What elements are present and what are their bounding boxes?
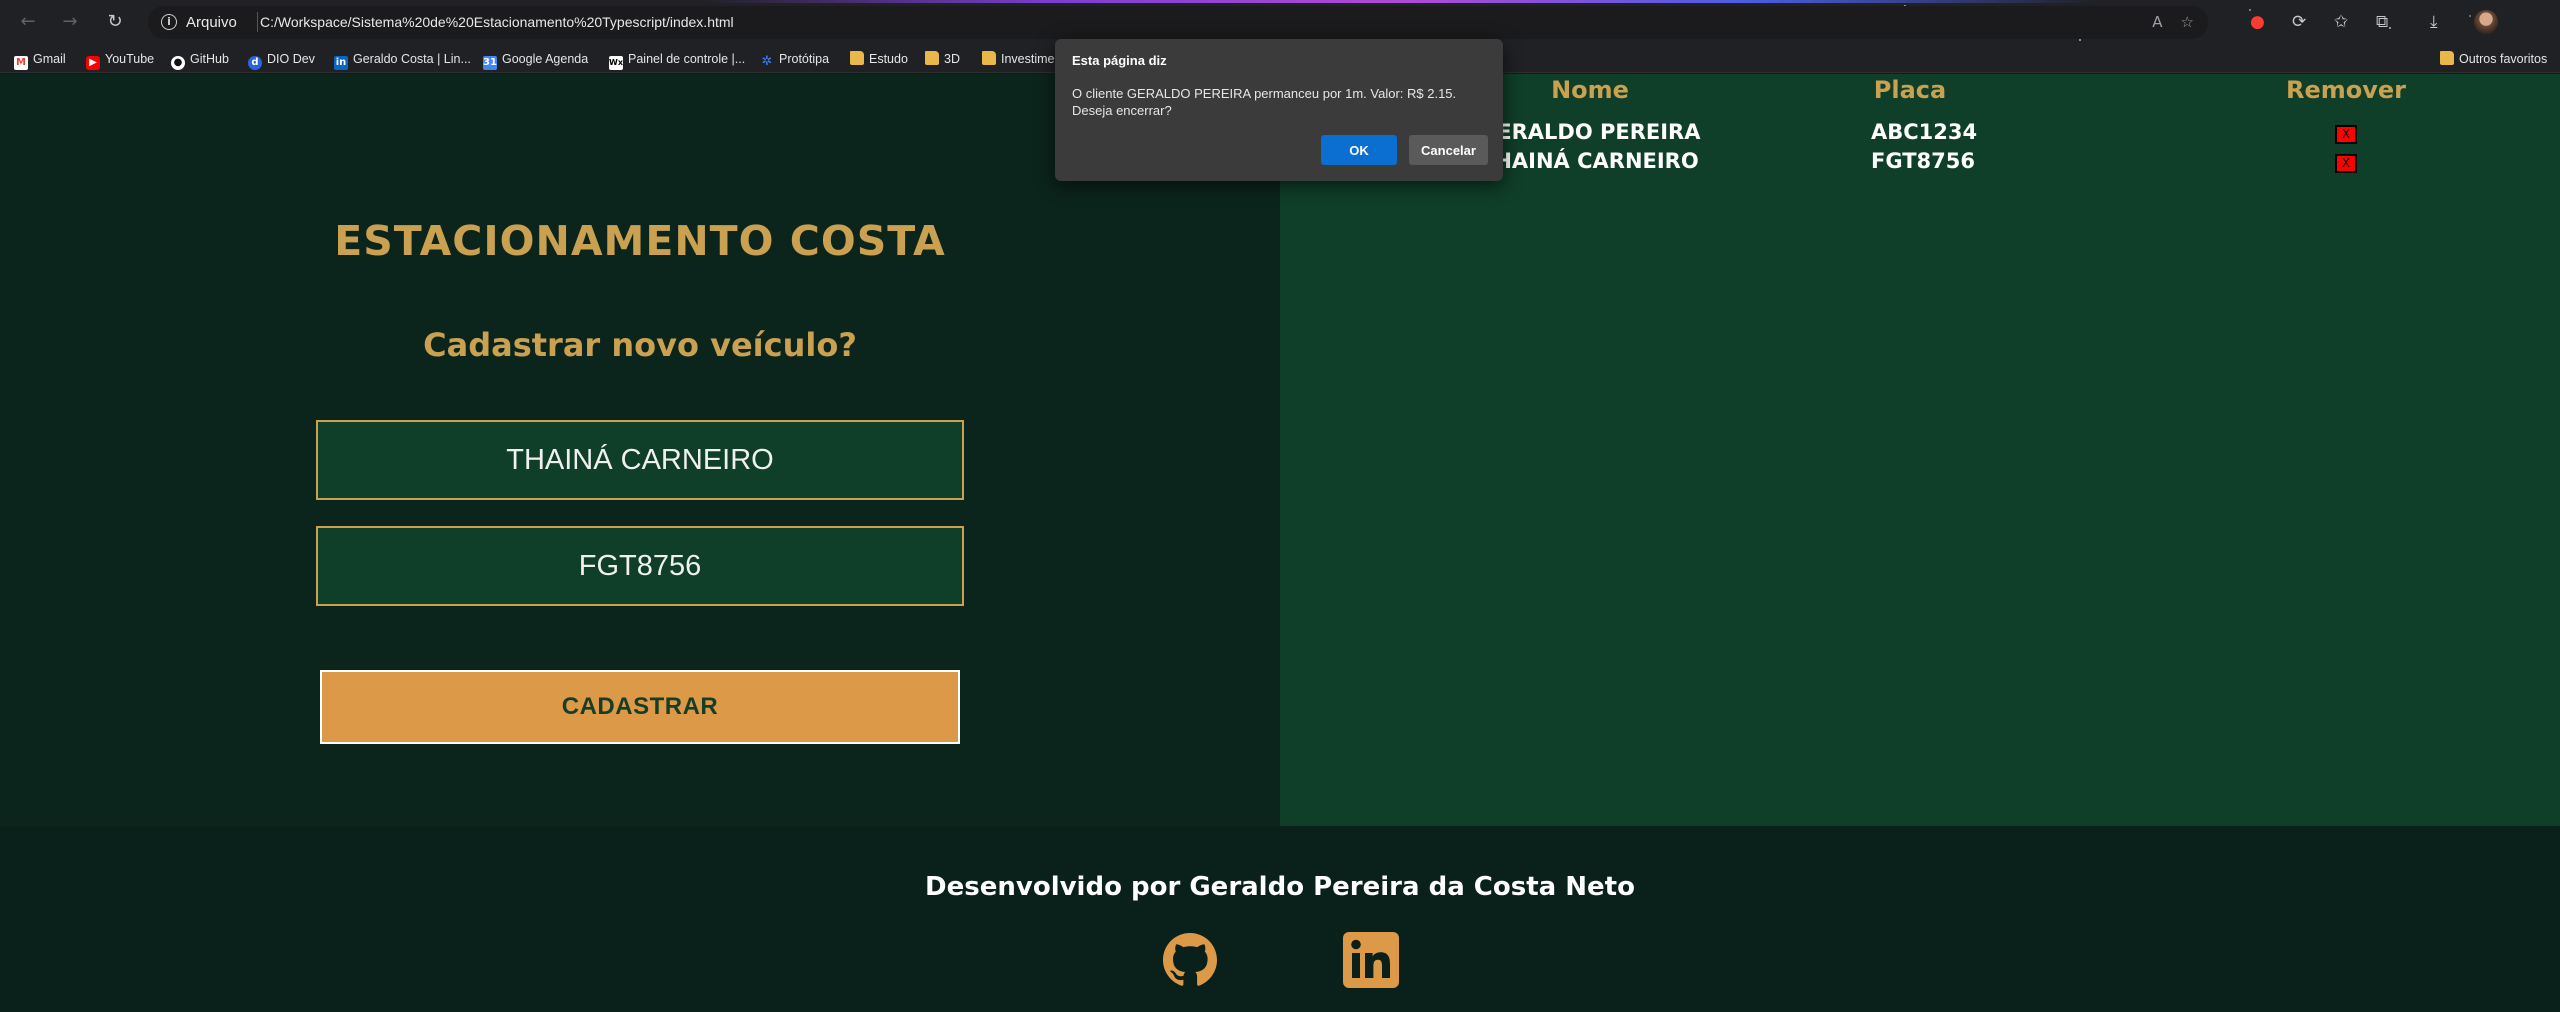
bookmark-youtube[interactable]: ▶ YouTube bbox=[86, 49, 155, 70]
folder-icon bbox=[982, 51, 996, 65]
page-title: ESTACIONAMENTO COSTA bbox=[334, 217, 946, 265]
folder-icon bbox=[850, 51, 864, 65]
bookmark-label: Google Agenda bbox=[502, 52, 589, 66]
header-plate: Placa bbox=[1873, 76, 1947, 104]
register-button[interactable]: CADASTRAR bbox=[320, 670, 960, 744]
address-bar[interactable]: i Arquivo C:/Workspace/Sistema%20de%20Es… bbox=[148, 6, 2208, 39]
ok-button[interactable]: OK bbox=[1321, 135, 1397, 165]
toolbar-glow bbox=[700, 0, 2100, 3]
header-remove: Remover bbox=[2285, 76, 2406, 104]
bookmark-github[interactable]: ● GitHub bbox=[171, 49, 229, 70]
github-icon: ● bbox=[171, 56, 185, 70]
footer-credit: Desenvolvido por Geraldo Pereira da Cost… bbox=[925, 872, 1635, 902]
bookmark-linkedin[interactable]: in Geraldo Costa | Lin... bbox=[334, 49, 471, 70]
bookmark-dio[interactable]: d DIO Dev bbox=[248, 49, 315, 70]
bookmark-label: 3D bbox=[944, 52, 960, 66]
info-icon[interactable]: i bbox=[161, 14, 177, 30]
bookmark-label: Painel de controle |... bbox=[628, 52, 746, 66]
bookmark-folder-estudo[interactable]: Estudo bbox=[850, 49, 908, 69]
plate-input[interactable] bbox=[316, 526, 964, 606]
add-favorite-icon[interactable]: ☆ bbox=[2181, 13, 2194, 31]
bookmark-other-favorites[interactable]: Outros favoritos bbox=[2440, 49, 2547, 69]
bookmark-label: GitHub bbox=[190, 52, 229, 66]
row-name: GERALDO PEREIRA bbox=[1480, 120, 1701, 144]
calendar-icon: 31 bbox=[483, 56, 497, 70]
remove-button[interactable]: X bbox=[2335, 125, 2357, 144]
profile-avatar[interactable] bbox=[2474, 10, 2498, 34]
address-actions: A ☆ bbox=[2134, 13, 2194, 31]
sync-icon[interactable]: ⟳ bbox=[2292, 12, 2306, 32]
wix-icon: Wx bbox=[609, 56, 623, 70]
page-content: ESTACIONAMENTO COSTA Cadastrar novo veíc… bbox=[0, 74, 2560, 1012]
bookmark-gmail[interactable]: M Gmail bbox=[14, 49, 66, 70]
bookmark-prototipa[interactable]: ✲ Protótipa bbox=[760, 49, 829, 69]
bookmark-google-agenda[interactable]: 31 Google Agenda bbox=[483, 49, 589, 70]
remove-button[interactable]: X bbox=[2335, 154, 2357, 173]
extension-record-icon[interactable]: ● bbox=[2250, 12, 2265, 32]
row-name: THAINÁ CARNEIRO bbox=[1480, 149, 1699, 173]
folder-icon bbox=[925, 51, 939, 65]
cancel-button[interactable]: Cancelar bbox=[1409, 135, 1488, 165]
back-icon[interactable]: ← bbox=[16, 10, 40, 34]
folder-icon bbox=[2440, 51, 2454, 65]
bookmark-label: Protótipa bbox=[779, 52, 830, 66]
read-aloud-icon[interactable]: A bbox=[2152, 13, 2162, 31]
vehicles-panel: Nome Placa Remover GERALDO PEREIRA ABC12… bbox=[1280, 74, 2560, 826]
bookmark-label: Investime bbox=[1001, 52, 1055, 66]
name-input[interactable] bbox=[316, 420, 964, 500]
bookmark-label: Estudo bbox=[869, 52, 908, 66]
dialog-message: O cliente GERALDO PEREIRA permanceu por … bbox=[1072, 86, 1457, 118]
bookmark-label: YouTube bbox=[105, 52, 155, 66]
alert-dialog: Esta página diz O cliente GERALDO PEREIR… bbox=[1055, 39, 1503, 181]
youtube-icon: ▶ bbox=[86, 56, 100, 70]
downloads-icon[interactable]: ⤓ bbox=[2430, 12, 2438, 32]
favorites-icon[interactable]: ✩ bbox=[2334, 12, 2348, 32]
bookmark-wix[interactable]: Wx Painel de controle |... bbox=[609, 49, 746, 70]
bookmark-label: Gmail bbox=[33, 52, 66, 66]
address-url[interactable]: C:/Workspace/Sistema%20de%20Estacionamen… bbox=[260, 14, 734, 30]
gmail-icon: M bbox=[14, 56, 28, 70]
reload-icon[interactable]: ↻ bbox=[103, 10, 127, 34]
bookmark-folder-investimentos[interactable]: Investime bbox=[982, 49, 1055, 69]
row-plate: FGT8756 bbox=[1871, 149, 1975, 173]
form-subtitle: Cadastrar novo veículo? bbox=[423, 326, 857, 364]
linkedin-icon[interactable] bbox=[1341, 930, 1401, 990]
dio-icon: d bbox=[248, 56, 262, 70]
address-divider bbox=[257, 12, 258, 32]
github-icon[interactable] bbox=[1160, 930, 1220, 990]
registration-panel: ESTACIONAMENTO COSTA Cadastrar novo veíc… bbox=[0, 74, 1280, 826]
row-plate: ABC1234 bbox=[1871, 120, 1978, 144]
bookmark-label: DIO Dev bbox=[267, 52, 315, 66]
address-scheme: Arquivo bbox=[186, 14, 237, 31]
linkedin-icon: in bbox=[334, 56, 348, 70]
collections-icon[interactable]: ⧉ bbox=[2376, 12, 2388, 32]
dialog-title: Esta página diz bbox=[1072, 53, 1167, 68]
bookmark-label: Outros favoritos bbox=[2459, 52, 2548, 66]
prototipa-icon: ✲ bbox=[761, 54, 773, 69]
bookmark-folder-3d[interactable]: 3D bbox=[925, 49, 960, 69]
bookmark-label: Geraldo Costa | Lin... bbox=[353, 52, 471, 66]
forward-icon[interactable]: → bbox=[58, 10, 82, 34]
